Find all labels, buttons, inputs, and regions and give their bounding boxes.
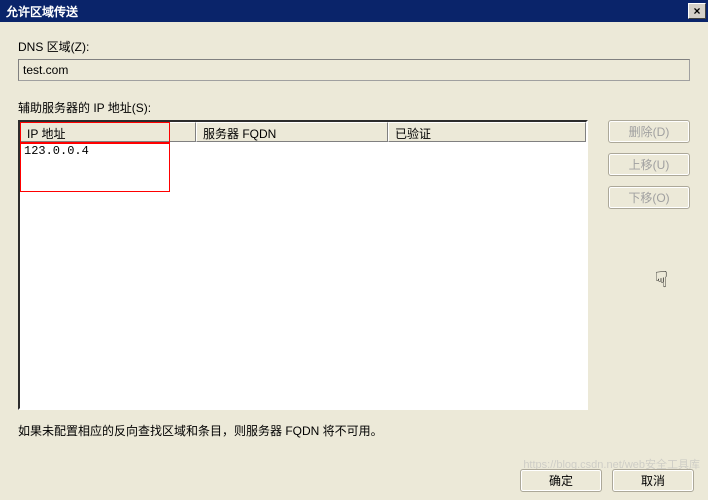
column-header-fqdn[interactable]: 服务器 FQDN	[196, 122, 388, 142]
delete-button[interactable]: 删除(D)	[608, 120, 690, 143]
column-header-ip[interactable]: IP 地址	[20, 122, 196, 142]
dialog-client-area: DNS 区域(Z): 辅助服务器的 IP 地址(S): IP 地址 服务器 FQ…	[0, 22, 708, 500]
listview-body	[20, 142, 586, 160]
side-button-group: 删除(D) 上移(U) 下移(O)	[608, 120, 690, 410]
move-up-button[interactable]: 上移(U)	[608, 153, 690, 176]
titlebar: 允许区域传送 ×	[0, 0, 708, 22]
servers-list-area: IP 地址 服务器 FQDN 已验证	[18, 120, 588, 410]
hint-text: 如果未配置相应的反向查找区域和条目，则服务器 FQDN 将不可用。	[18, 422, 690, 439]
dialog-footer: 确定 取消	[520, 469, 694, 492]
close-button[interactable]: ×	[688, 3, 706, 19]
column-header-verified[interactable]: 已验证	[388, 122, 586, 142]
ip-address-input[interactable]	[20, 142, 194, 160]
window-title: 允许区域传送	[6, 3, 688, 20]
close-icon: ×	[693, 4, 700, 18]
move-down-button[interactable]: 下移(O)	[608, 186, 690, 209]
servers-listview[interactable]: IP 地址 服务器 FQDN 已验证	[18, 120, 588, 410]
listview-header: IP 地址 服务器 FQDN 已验证	[20, 122, 586, 142]
ok-button[interactable]: 确定	[520, 469, 602, 492]
zone-label: DNS 区域(Z):	[18, 38, 690, 55]
zone-field	[18, 59, 690, 81]
servers-label: 辅助服务器的 IP 地址(S):	[18, 99, 690, 116]
cancel-button[interactable]: 取消	[612, 469, 694, 492]
table-row[interactable]	[20, 142, 586, 160]
